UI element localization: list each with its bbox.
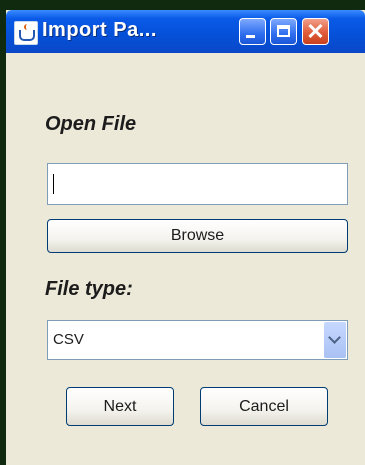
minimize-button[interactable] (239, 18, 266, 45)
text-caret (53, 174, 54, 194)
file-type-select[interactable]: CSV (47, 320, 348, 360)
maximize-button[interactable] (270, 18, 297, 45)
file-type-heading: File type: (45, 278, 133, 300)
title-bar[interactable]: Import Pa... ✕ (6, 10, 365, 53)
cancel-button[interactable]: Cancel (200, 387, 328, 426)
close-button[interactable]: ✕ (302, 18, 329, 45)
window-title: Import Pa... (42, 19, 157, 41)
file-type-selected: CSV (53, 331, 84, 348)
browse-button[interactable]: Browse (47, 219, 348, 253)
open-file-heading: Open File (45, 113, 137, 135)
dropdown-button[interactable] (324, 322, 346, 358)
close-icon: ✕ (306, 19, 325, 44)
minimize-icon (246, 35, 255, 38)
maximize-icon (277, 25, 290, 37)
import-dialog: Import Pa... ✕ Open File Browse File typ… (6, 10, 365, 465)
java-cup-icon (14, 21, 38, 45)
file-path-input[interactable] (47, 163, 348, 205)
next-button[interactable]: Next (66, 387, 174, 426)
chevron-down-icon (328, 331, 341, 344)
